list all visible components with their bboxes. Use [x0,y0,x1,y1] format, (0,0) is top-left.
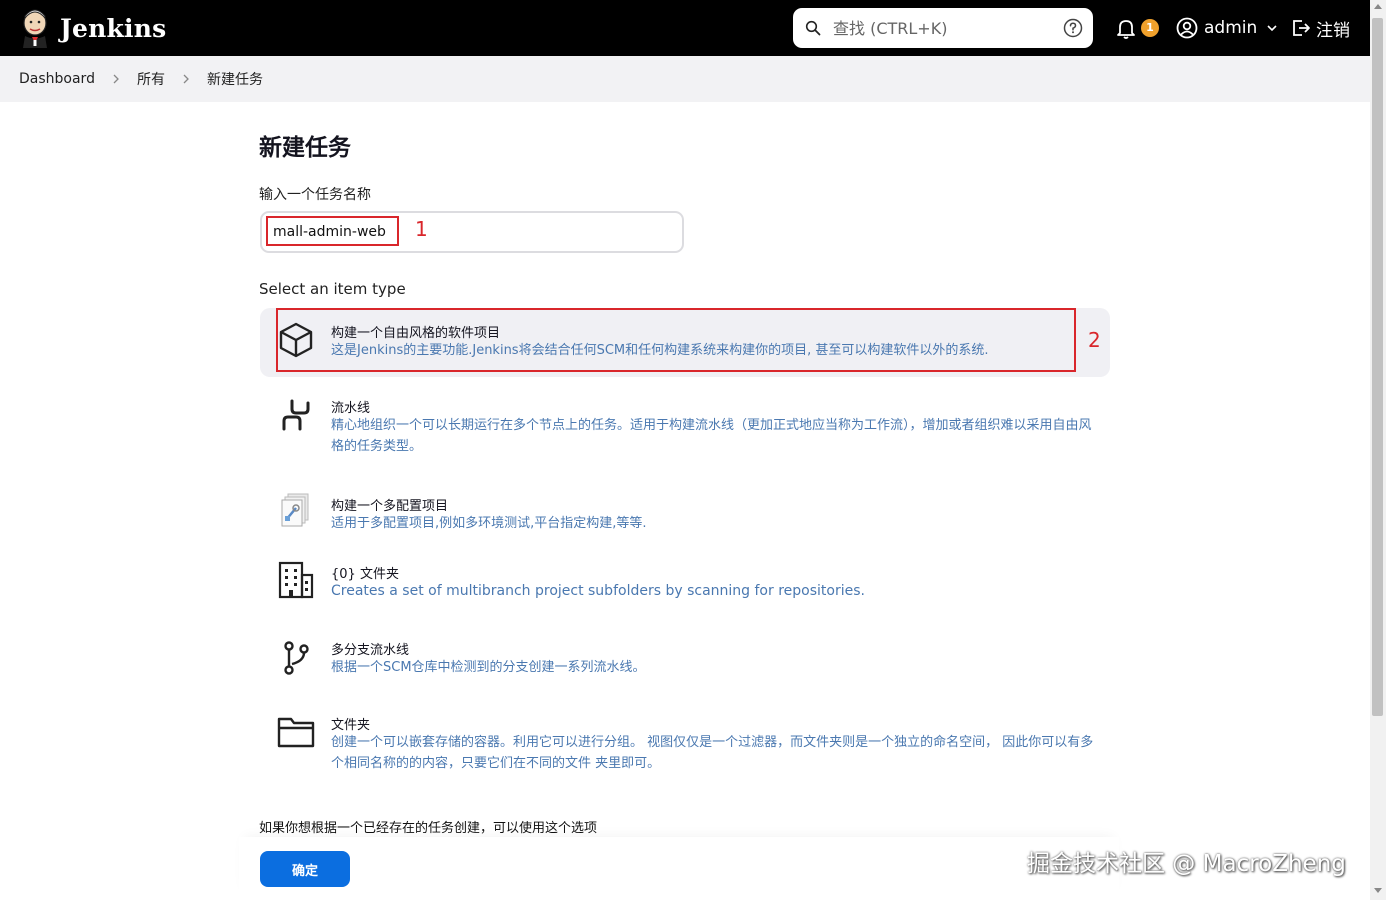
scroll-up-arrow-icon[interactable] [1374,4,1382,9]
logout-icon [1293,20,1310,36]
item-title: 多分支流水线 [331,643,410,658]
item-title: 构建一个多配置项目 [331,499,449,514]
organization-folder-icon [278,561,314,599]
branch-icon [284,641,309,675]
top-header: Jenkins 1 admin 注销 [0,0,1370,56]
item-title: 文件夹 [331,718,371,733]
item-name-label: 输入一个任务名称 [259,187,371,203]
page-title: 新建任务 [259,135,351,161]
jenkins-logo[interactable]: Jenkins [18,0,166,56]
search-box[interactable] [793,8,1093,48]
annotation-box-1 [266,216,399,246]
logout-link[interactable]: 注销 [1290,14,1350,42]
breadcrumb: Dashboard 所有 新建任务 [0,56,1370,102]
breadcrumb-dashboard[interactable]: Dashboard [19,71,95,87]
user-menu[interactable]: admin [1176,14,1278,42]
item-description: 创建一个可以嵌套存储的容器。利用它可以进行分组。 视图仅仅是一个过滤器，而文件夹… [331,735,1094,771]
jenkins-butler-icon [23,9,47,48]
item-type-pipeline[interactable]: 流水线 精心地组织一个可以长期运行在多个节点上的任务。适用于构建流水线（更加正式… [260,387,1110,467]
item-description: 精心地组织一个可以长期运行在多个节点上的任务。适用于构建流水线（更加正式地应当称… [331,418,1092,454]
item-type-label: Select an item type [259,280,406,298]
search-icon [805,20,821,36]
notification-bell-icon[interactable] [1114,16,1138,40]
pipeline-icon [282,399,310,431]
item-description: 适用于多配置项目,例如多环境测试,平台指定构建,等等. [331,516,647,531]
item-type-multibranch-pipeline[interactable]: 多分支流水线 根据一个SCM仓库中检测到的分支创建一系列流水线。 [260,634,1110,694]
bottom-action-bar [239,837,1119,900]
logout-label: 注销 [1316,20,1350,41]
multi-config-icon [281,493,309,527]
annotation-number-2: 2 [1088,328,1101,352]
help-icon[interactable] [1063,18,1083,38]
item-description: Creates a set of multibranch project sub… [331,583,865,599]
item-description: 根据一个SCM仓库中检测到的分支创建一系列流水线。 [331,660,646,675]
chevron-right-icon [183,74,189,84]
item-title: 流水线 [331,401,371,416]
annotation-box-2 [276,308,1076,372]
annotation-number-1: 1 [415,217,428,241]
item-type-multi-config[interactable]: 构建一个多配置项目 适用于多配置项目,例如多环境测试,平台指定构建,等等. [260,486,1110,546]
chevron-right-icon [113,74,119,84]
brand-name: Jenkins [60,13,167,43]
folder-icon [277,717,315,748]
ok-button[interactable]: 确定 [260,851,350,887]
item-title: {0} 文件夹 [331,567,399,582]
user-name: admin [1204,18,1258,38]
breadcrumb-new-item[interactable]: 新建任务 [207,69,263,89]
page-scrollbar[interactable] [1370,0,1386,900]
notification-badge: 1 [1141,19,1159,37]
item-type-folder[interactable]: 文件夹 创建一个可以嵌套存储的容器。利用它可以进行分组。 视图仅仅是一个过滤器，… [260,709,1110,779]
chevron-down-icon [1267,25,1277,32]
copy-from-label: 如果你想根据一个已经存在的任务创建，可以使用这个选项 [259,821,598,836]
user-avatar-icon [1176,17,1198,39]
breadcrumb-all[interactable]: 所有 [137,69,165,89]
watermark: 掘金技术社区 @ MacroZheng [1027,851,1346,877]
scroll-down-arrow-icon[interactable] [1374,888,1382,893]
scrollbar-thumb[interactable] [1372,18,1383,716]
search-input[interactable] [833,17,1053,39]
item-type-organization-folder[interactable]: {0} 文件夹 Creates a set of multibranch pro… [260,558,1110,622]
